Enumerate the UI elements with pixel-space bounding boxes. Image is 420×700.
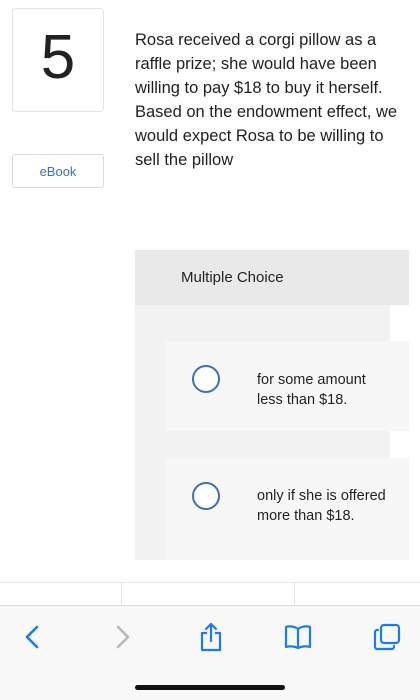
multiple-choice-header: Multiple Choice	[135, 250, 409, 305]
ebook-button[interactable]: eBook	[12, 154, 104, 188]
content-divider	[121, 583, 122, 605]
content-divider	[294, 583, 295, 605]
question-number-box: 5	[12, 8, 104, 112]
radio-button-b[interactable]	[192, 482, 220, 510]
answer-option-label: only if she is offered more than $18.	[257, 488, 386, 524]
answer-option-label: for some amount less than $18.	[257, 372, 366, 408]
multiple-choice-panel: Multiple Choice for some amount less tha…	[135, 250, 409, 560]
share-icon[interactable]	[196, 622, 226, 652]
chevron-left-icon[interactable]	[18, 622, 48, 652]
chevron-right-icon[interactable]	[107, 622, 137, 652]
answer-option-b[interactable]: only if she is offered more than $18.	[165, 458, 409, 560]
radio-button-a[interactable]	[192, 365, 220, 393]
tabs-icon[interactable]	[372, 622, 402, 652]
content-divider	[0, 582, 420, 583]
book-icon[interactable]	[283, 622, 313, 652]
panel-edge-strip	[390, 431, 409, 458]
answer-option-a[interactable]: for some amount less than $18.	[165, 341, 409, 431]
question-text: Rosa received a corgi pillow as a raffle…	[135, 31, 398, 169]
home-indicator[interactable]	[135, 685, 285, 690]
quiz-page: 5 eBook Rosa received a corgi pillow as …	[0, 0, 420, 700]
multiple-choice-title: Multiple Choice	[181, 269, 284, 286]
panel-edge-strip	[390, 305, 409, 341]
question-number: 5	[40, 23, 76, 92]
